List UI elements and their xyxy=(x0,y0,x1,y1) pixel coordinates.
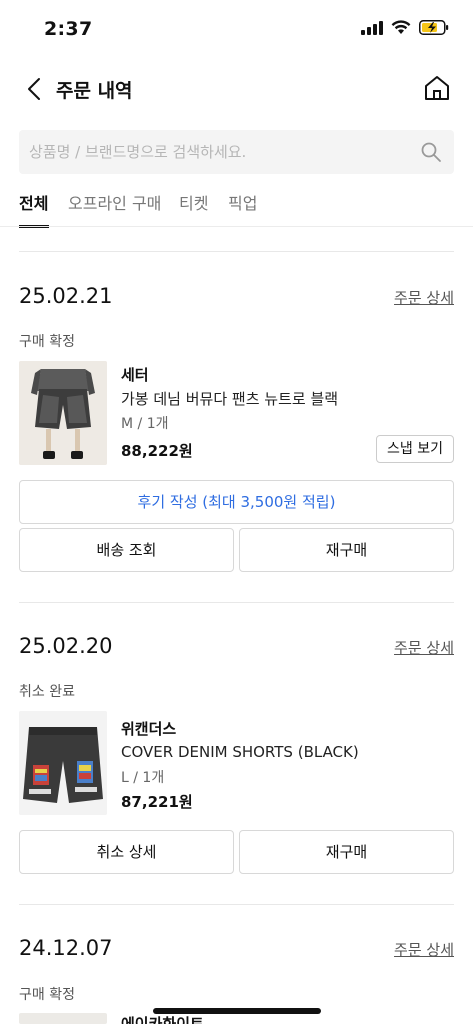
order-detail-link[interactable]: 주문 상세 xyxy=(394,287,454,308)
product-brand: 위캔더스 xyxy=(121,720,177,738)
page-title: 주문 내역 xyxy=(56,80,133,102)
wifi-icon xyxy=(391,20,411,34)
product-price: 88,222원 xyxy=(121,442,193,460)
navigation-bar: 주문 내역 xyxy=(0,64,473,114)
back-arrow-icon[interactable] xyxy=(22,76,48,102)
battery-charging-icon xyxy=(419,20,449,35)
status-icons xyxy=(361,20,449,35)
order-detail-link[interactable]: 주문 상세 xyxy=(394,939,454,960)
order-status: 취소 완료 xyxy=(19,684,75,700)
product-image[interactable] xyxy=(19,361,107,465)
product-price: 87,221원 xyxy=(121,793,193,811)
denim-shorts-image xyxy=(19,711,107,815)
order-date: 25.02.21 xyxy=(19,284,113,308)
denim-bermuda-pants-image xyxy=(19,361,107,465)
product-image[interactable] xyxy=(19,1013,107,1024)
tab-all[interactable]: 전체 xyxy=(19,190,48,214)
tab-ticket[interactable]: 티켓 xyxy=(179,190,208,214)
product-image[interactable] xyxy=(19,711,107,815)
order-status: 구매 확정 xyxy=(19,987,75,1003)
status-time: 2:37 xyxy=(44,18,93,40)
product-name[interactable]: COVER DENIM SHORTS (BLACK) xyxy=(121,743,359,761)
home-icon[interactable] xyxy=(423,74,451,102)
product-option: M / 1개 xyxy=(121,416,169,432)
order-tabs: 전체 오프라인 구매 티켓 픽업 xyxy=(0,186,473,228)
search-icon[interactable] xyxy=(420,141,442,163)
order-detail-link[interactable]: 주문 상세 xyxy=(394,637,454,658)
search-input[interactable] xyxy=(29,130,409,174)
reorder-button[interactable]: 재구매 xyxy=(239,528,454,572)
product-option: L / 1개 xyxy=(121,770,165,786)
reorder-button[interactable]: 재구매 xyxy=(239,830,454,874)
tab-offline-purchase[interactable]: 오프라인 구매 xyxy=(68,190,161,214)
write-review-button[interactable]: 후기 작성 (최대 3,500원 적립) xyxy=(19,480,454,524)
product-brand: 세터 xyxy=(121,366,149,384)
order-date: 25.02.20 xyxy=(19,634,113,658)
product-brand: 에이카화이트 xyxy=(121,1015,204,1024)
product-name[interactable]: 가봉 데님 버뮤다 팬츠 뉴트로 블랙 xyxy=(121,388,338,409)
track-delivery-button[interactable]: 배송 조회 xyxy=(19,528,234,572)
tab-pickup[interactable]: 픽업 xyxy=(228,190,257,214)
tabs-divider xyxy=(0,226,473,227)
cellular-signal-icon xyxy=(361,20,383,35)
status-bar: 2:37 xyxy=(0,0,473,58)
order-status: 구매 확정 xyxy=(19,334,75,350)
section-divider xyxy=(19,904,454,905)
cancel-detail-button[interactable]: 취소 상세 xyxy=(19,830,234,874)
search-bar xyxy=(19,130,454,174)
home-indicator xyxy=(153,1008,321,1014)
snap-view-button[interactable]: 스냅 보기 xyxy=(376,435,454,463)
section-divider xyxy=(19,602,454,603)
section-divider xyxy=(19,251,454,252)
order-date: 24.12.07 xyxy=(19,936,113,960)
